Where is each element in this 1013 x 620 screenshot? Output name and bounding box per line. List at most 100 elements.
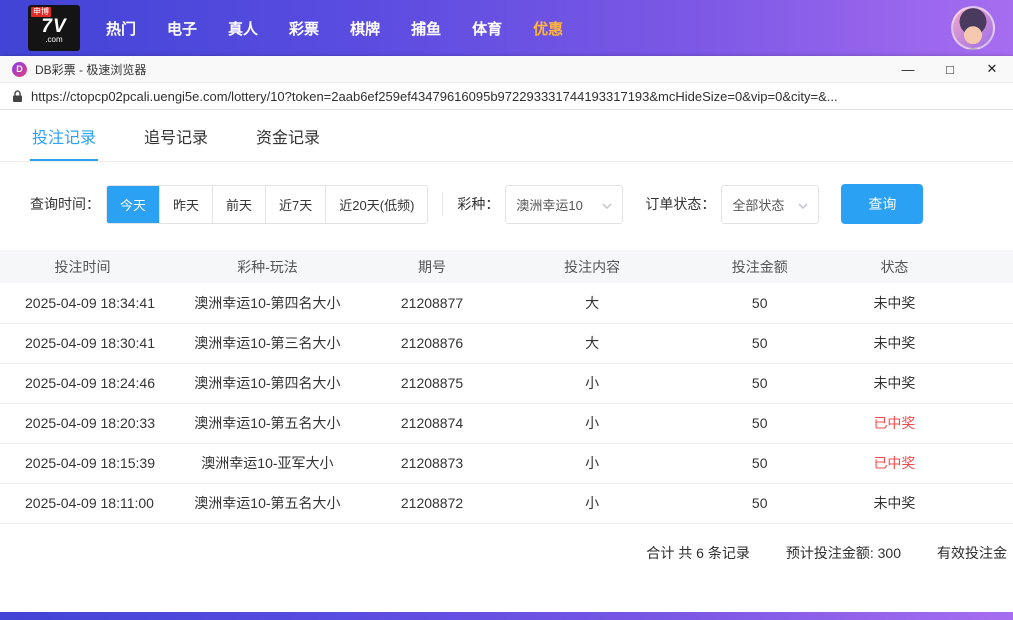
record-tabs: 投注记录追号记录资金记录 bbox=[0, 112, 1013, 162]
cell-issue-number: 21208874 bbox=[370, 403, 495, 443]
maximize-button[interactable]: □ bbox=[929, 56, 971, 82]
nav-item[interactable]: 热门 bbox=[106, 18, 136, 39]
cell-status: 未中奖 bbox=[830, 283, 960, 323]
column-header: 投注内容 bbox=[494, 250, 690, 283]
time-filter-button[interactable]: 今天 bbox=[107, 186, 160, 223]
cell-status: 已中奖 bbox=[830, 443, 960, 483]
cell-filler bbox=[959, 443, 1013, 483]
cell-bet-time: 2025-04-09 18:15:39 bbox=[0, 443, 165, 483]
chevron-down-icon bbox=[602, 197, 612, 212]
cell-game-play: 澳洲幸运10-亚军大小 bbox=[165, 443, 370, 483]
cell-bet-time: 2025-04-09 18:34:41 bbox=[0, 283, 165, 323]
minimize-button[interactable]: — bbox=[887, 56, 929, 82]
status-select-value: 全部状态 bbox=[732, 195, 784, 214]
tab[interactable]: 追号记录 bbox=[142, 112, 210, 161]
cell-issue-number: 21208872 bbox=[370, 483, 495, 523]
column-header-filler bbox=[959, 250, 1013, 283]
tab[interactable]: 投注记录 bbox=[30, 112, 98, 161]
cell-bet-content: 大 bbox=[494, 323, 690, 363]
cell-filler bbox=[959, 483, 1013, 523]
cell-bet-content: 小 bbox=[494, 443, 690, 483]
column-header: 状态 bbox=[830, 250, 960, 283]
cell-status: 未中奖 bbox=[830, 483, 960, 523]
screen: 申博 7V .com 热门 电子 真人 彩票 棋牌 捕鱼 体育 优惠 D DB彩票 - 极速浏… bbox=[0, 0, 1013, 620]
cell-bet-time: 2025-04-09 18:24:46 bbox=[0, 363, 165, 403]
nav-item[interactable]: 体育 bbox=[472, 18, 502, 39]
summary-expected-amount: 预计投注金额: 300 bbox=[786, 543, 901, 563]
search-button[interactable]: 查询 bbox=[841, 184, 923, 224]
cell-issue-number: 21208873 bbox=[370, 443, 495, 483]
column-header: 彩种-玩法 bbox=[165, 250, 370, 283]
cell-bet-amount: 50 bbox=[690, 283, 830, 323]
lock-icon bbox=[12, 90, 23, 103]
user-avatar[interactable] bbox=[951, 6, 995, 50]
nav-item[interactable]: 电子 bbox=[167, 18, 197, 39]
chevron-down-icon bbox=[798, 197, 808, 212]
bet-records-table: 投注时间彩种-玩法期号投注内容投注金额状态 2025-04-09 18:34:4… bbox=[0, 250, 1013, 524]
page-filler bbox=[0, 582, 1013, 613]
summary-valid-amount: 有效投注金 bbox=[937, 543, 1007, 563]
lottery-select-value: 澳洲幸运10 bbox=[516, 195, 582, 214]
table-header-row: 投注时间彩种-玩法期号投注内容投注金额状态 bbox=[0, 250, 1013, 283]
url-text: https://ctopcp02pcali.uengi5e.com/lotter… bbox=[31, 89, 838, 104]
site-logo[interactable]: 申博 7V .com bbox=[28, 5, 80, 51]
time-filter-button[interactable]: 近20天(低频) bbox=[326, 186, 427, 223]
logo-badge: 申博 bbox=[31, 7, 51, 17]
cell-bet-time: 2025-04-09 18:11:00 bbox=[0, 483, 165, 523]
window-title: DB彩票 - 极速浏览器 bbox=[35, 61, 146, 78]
cell-bet-time: 2025-04-09 18:30:41 bbox=[0, 323, 165, 363]
cell-issue-number: 21208875 bbox=[370, 363, 495, 403]
table-body: 2025-04-09 18:34:41澳洲幸运10-第四名大小21208877大… bbox=[0, 283, 1013, 523]
cell-filler bbox=[959, 363, 1013, 403]
cell-bet-amount: 50 bbox=[690, 483, 830, 523]
cell-bet-content: 小 bbox=[494, 363, 690, 403]
filter-divider bbox=[442, 192, 443, 216]
browser-titlebar: D DB彩票 - 极速浏览器 — □ ✕ bbox=[0, 56, 1013, 83]
time-filter-button[interactable]: 昨天 bbox=[160, 186, 213, 223]
table-row: 2025-04-09 18:20:33澳洲幸运10-第五名大小21208874小… bbox=[0, 403, 1013, 443]
cell-issue-number: 21208876 bbox=[370, 323, 495, 363]
nav-item[interactable]: 彩票 bbox=[289, 18, 319, 39]
window-controls: — □ ✕ bbox=[887, 56, 1013, 82]
filter-bar: 查询时间： 今天昨天前天近7天近20天(低频) 彩种： 澳洲幸运10 订单状态：… bbox=[0, 162, 1013, 250]
lottery-select[interactable]: 澳洲幸运10 bbox=[505, 185, 623, 224]
table-row: 2025-04-09 18:11:00澳洲幸运10-第五名大小21208872小… bbox=[0, 483, 1013, 523]
cell-bet-amount: 50 bbox=[690, 403, 830, 443]
page-bottom-gradient bbox=[0, 612, 1013, 620]
close-button[interactable]: ✕ bbox=[971, 56, 1013, 82]
address-bar[interactable]: https://ctopcp02pcali.uengi5e.com/lotter… bbox=[0, 83, 1013, 110]
nav-item[interactable]: 优惠 bbox=[533, 18, 563, 39]
site-header: 申博 7V .com 热门 电子 真人 彩票 棋牌 捕鱼 体育 优惠 bbox=[0, 0, 1013, 56]
site-nav: 热门 电子 真人 彩票 棋牌 捕鱼 体育 优惠 bbox=[106, 18, 951, 39]
logo-suffix: .com bbox=[45, 35, 62, 44]
time-filter-button[interactable]: 近7天 bbox=[266, 186, 326, 223]
cell-bet-time: 2025-04-09 18:20:33 bbox=[0, 403, 165, 443]
lottery-page: 投注记录追号记录资金记录 查询时间： 今天昨天前天近7天近20天(低频) 彩种：… bbox=[0, 110, 1013, 612]
nav-item[interactable]: 真人 bbox=[228, 18, 258, 39]
browser-app-icon: D bbox=[12, 62, 27, 77]
nav-item[interactable]: 捕鱼 bbox=[411, 18, 441, 39]
summary-total-records: 合计 共 6 条记录 bbox=[646, 543, 749, 563]
table-row: 2025-04-09 18:24:46澳洲幸运10-第四名大小21208875小… bbox=[0, 363, 1013, 403]
logo-text: 7V bbox=[41, 19, 66, 35]
cell-game-play: 澳洲幸运10-第五名大小 bbox=[165, 403, 370, 443]
table-row: 2025-04-09 18:15:39澳洲幸运10-亚军大小21208873小5… bbox=[0, 443, 1013, 483]
lottery-filter-label: 彩种： bbox=[457, 194, 499, 214]
tab[interactable]: 资金记录 bbox=[254, 112, 322, 161]
cell-game-play: 澳洲幸运10-第四名大小 bbox=[165, 283, 370, 323]
column-header: 投注金额 bbox=[690, 250, 830, 283]
column-header: 投注时间 bbox=[0, 250, 165, 283]
cell-status: 未中奖 bbox=[830, 363, 960, 403]
time-filter-group: 今天昨天前天近7天近20天(低频) bbox=[106, 185, 428, 224]
cell-game-play: 澳洲幸运10-第三名大小 bbox=[165, 323, 370, 363]
time-filter-button[interactable]: 前天 bbox=[213, 186, 266, 223]
nav-item[interactable]: 棋牌 bbox=[350, 18, 380, 39]
cell-issue-number: 21208877 bbox=[370, 283, 495, 323]
cell-bet-amount: 50 bbox=[690, 443, 830, 483]
cell-bet-content: 小 bbox=[494, 403, 690, 443]
cell-bet-content: 大 bbox=[494, 283, 690, 323]
order-status-select[interactable]: 全部状态 bbox=[721, 185, 819, 224]
table-summary: 合计 共 6 条记录 预计投注金额: 300 有效投注金 bbox=[0, 524, 1013, 582]
cell-bet-amount: 50 bbox=[690, 323, 830, 363]
table-row: 2025-04-09 18:30:41澳洲幸运10-第三名大小21208876大… bbox=[0, 323, 1013, 363]
